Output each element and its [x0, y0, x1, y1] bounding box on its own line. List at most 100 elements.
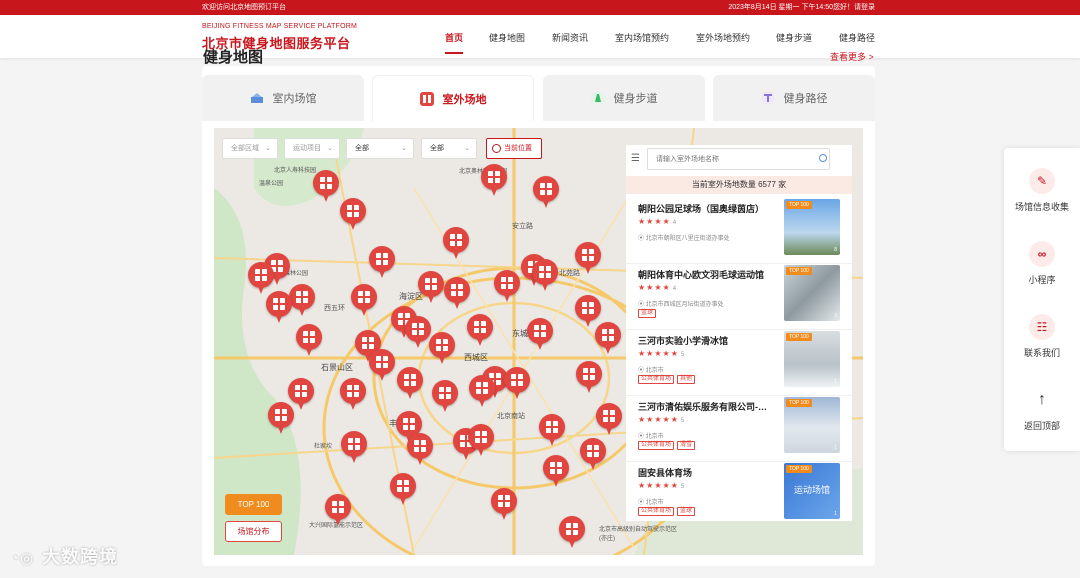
rating-score: 4 [672, 220, 677, 226]
venue-name[interactable]: 三河市实验小学滑冰馆 [638, 334, 772, 347]
venue-pin[interactable] [527, 318, 553, 354]
venue-pin[interactable] [539, 414, 565, 450]
nav-fitness-trail[interactable]: 健身步道 [776, 31, 812, 44]
nav-indoor-booking[interactable]: 室内场馆预约 [615, 31, 669, 44]
venue-pin[interactable] [266, 291, 292, 327]
venue-pin[interactable] [532, 259, 558, 295]
top100-button[interactable]: TOP 100 [225, 494, 282, 515]
venue-tag: 公共体育场 [638, 375, 675, 384]
venue-thumbnail[interactable]: TOP 100 8 [784, 199, 840, 255]
rating-score: 4 [672, 286, 677, 292]
tab-outdoor-venue[interactable]: 室外场地 [372, 75, 534, 121]
chevron-down-icon: ⌄ [327, 145, 333, 152]
type-filter[interactable]: 全部 ⌄ [421, 138, 477, 159]
venue-pin[interactable] [481, 164, 507, 200]
fitness-map[interactable]: 全部区域 ⌄ 运动项目 ⌄ 全部 ⌄ 全部 ⌄ 当前位置 北京人寿科技园 温泉公园 安立… [214, 128, 863, 555]
fitness-trail-icon [590, 91, 605, 105]
venue-list-item[interactable]: 三河市实验小学滑冰馆 ★★★★★ 5 ⦿ 北京市 公共体育场 其他 TOP 100 … [626, 330, 852, 396]
venue-pin[interactable] [469, 375, 495, 411]
tab-label: 健身路径 [783, 93, 828, 105]
venue-pin[interactable] [444, 277, 470, 313]
venue-pin[interactable] [559, 516, 585, 552]
tab-fitness-path[interactable]: 健身路径 [713, 75, 875, 121]
mini-program-button[interactable]: ∞ 小程序 [1004, 241, 1080, 286]
venue-pin[interactable] [407, 433, 433, 469]
search-icon[interactable] [819, 154, 827, 162]
view-more-link[interactable]: 查看更多 > [830, 50, 874, 63]
venue-search-input[interactable] [647, 148, 830, 170]
section-title: 健身地图 [203, 49, 264, 66]
venue-pin[interactable] [351, 284, 377, 320]
venue-pin[interactable] [467, 314, 493, 350]
venue-pin[interactable] [543, 455, 569, 491]
venue-tag: 其他 [677, 375, 696, 384]
venue-pin[interactable] [596, 403, 622, 439]
venue-tags: 公共体育场 其他 [638, 375, 696, 384]
venue-pin[interactable] [397, 367, 423, 403]
venue-pin[interactable] [405, 316, 431, 352]
venue-pin[interactable] [432, 380, 458, 416]
venue-pin[interactable] [390, 473, 416, 509]
venue-distribution-button[interactable]: 场馆分布 [225, 521, 282, 542]
venue-info-collect-button[interactable]: ✎ 场馆信息收集 [1004, 168, 1080, 213]
venue-tag: 篮球 [677, 507, 696, 516]
float-label: 联系我们 [1023, 348, 1060, 358]
venue-list-item[interactable]: 固安县体育场 ★★★★★ 5 ⦿ 北京市 公共体育场 篮球 TOP 100 运动场馆… [626, 462, 852, 528]
venue-pin[interactable] [494, 270, 520, 306]
venue-pin[interactable] [533, 176, 559, 212]
venue-name[interactable]: 固安县体育场 [638, 466, 772, 479]
venue-pin[interactable] [418, 271, 444, 307]
venue-pin[interactable] [289, 284, 315, 320]
category-filter[interactable]: 全部 ⌄ [346, 138, 414, 159]
venue-list-item[interactable]: 三河市清佑娱乐服务有限公司-… ★★★★★ 5 ⦿ 北京市 公共体育场 滑雪 TOP… [626, 396, 852, 462]
venue-list-item[interactable]: 朝阳公园足球场（国奥绿茵店） ★★★★ 4 ⦿ 北京市朝阳区八里庄街道办事处 TO… [626, 198, 852, 264]
tab-fitness-trail[interactable]: 健身步道 [543, 75, 705, 121]
nav-outdoor-booking[interactable]: 室外场地预约 [696, 31, 750, 44]
venue-pin[interactable] [580, 438, 606, 474]
tab-indoor-venue[interactable]: 室内场馆 [202, 75, 364, 121]
venue-pin[interactable] [576, 361, 602, 397]
nav-home[interactable]: 首页 [445, 31, 464, 54]
rating-stars: ★★★★★ 5 [638, 349, 685, 358]
venue-pin[interactable] [340, 378, 366, 414]
filter-text: 全部区域 [231, 145, 259, 152]
venue-pin[interactable] [369, 246, 395, 282]
back-to-top-button[interactable]: ↑ 返回顶部 [1004, 387, 1080, 432]
nav-fitness-path[interactable]: 健身路径 [839, 31, 875, 44]
venue-pin[interactable] [595, 322, 621, 358]
nav-fitness-map[interactable]: 健身地图 [489, 31, 525, 44]
venue-list-item[interactable]: 朝阳体育中心欧文羽毛球运动馆 ★★★★ 4 ⦿ 北京市西城区月坛街道办事处 篮球 … [626, 264, 852, 330]
venue-pin[interactable] [491, 488, 517, 524]
venue-name[interactable]: 朝阳体育中心欧文羽毛球运动馆 [638, 268, 772, 281]
contact-us-button[interactable]: ☷ 联系我们 [1004, 314, 1080, 359]
current-location-button[interactable]: 当前位置 [486, 138, 542, 159]
chevron-down-icon: ⌄ [401, 145, 407, 152]
thumbnail-caption: 运动场馆 [793, 485, 830, 495]
venue-thumbnail[interactable]: TOP 100 1 [784, 397, 840, 453]
venue-address: ⦿ 北京市 [638, 500, 664, 506]
venue-pin[interactable] [268, 402, 294, 438]
nav-news[interactable]: 新闻资讯 [552, 31, 588, 44]
district-filter[interactable]: 全部区域 ⌄ [222, 138, 278, 159]
venue-pin[interactable] [296, 324, 322, 360]
venue-name[interactable]: 朝阳公园足球场（国奥绿茵店） [638, 202, 772, 215]
locate-icon [492, 144, 501, 153]
venue-thumbnail[interactable]: TOP 100 3 [784, 265, 840, 321]
venue-pin[interactable] [369, 349, 395, 385]
venue-pin[interactable] [313, 170, 339, 206]
venue-pin[interactable] [468, 424, 494, 460]
sport-filter[interactable]: 运动项目 ⌄ [284, 138, 340, 159]
top-strip: 欢迎访问北京地图预订平台 2023年8月14日 星期一 下午14:50您好！请登… [0, 0, 1080, 15]
venue-name[interactable]: 三河市清佑娱乐服务有限公司-… [638, 400, 772, 413]
venue-pin[interactable] [575, 242, 601, 278]
date-login-text[interactable]: 2023年8月14日 星期一 下午14:50您好！请登录 [728, 0, 875, 15]
list-toggle-icon[interactable]: ☰ [631, 153, 640, 164]
venue-pin[interactable] [341, 431, 367, 467]
venue-pin[interactable] [429, 332, 455, 368]
venue-thumbnail[interactable]: TOP 100 1 [784, 331, 840, 387]
venue-pin[interactable] [443, 227, 469, 263]
venue-pin[interactable] [325, 494, 351, 530]
venue-thumbnail[interactable]: TOP 100 运动场馆 1 [784, 463, 840, 519]
venue-pin[interactable] [340, 198, 366, 234]
venue-pin[interactable] [504, 367, 530, 403]
